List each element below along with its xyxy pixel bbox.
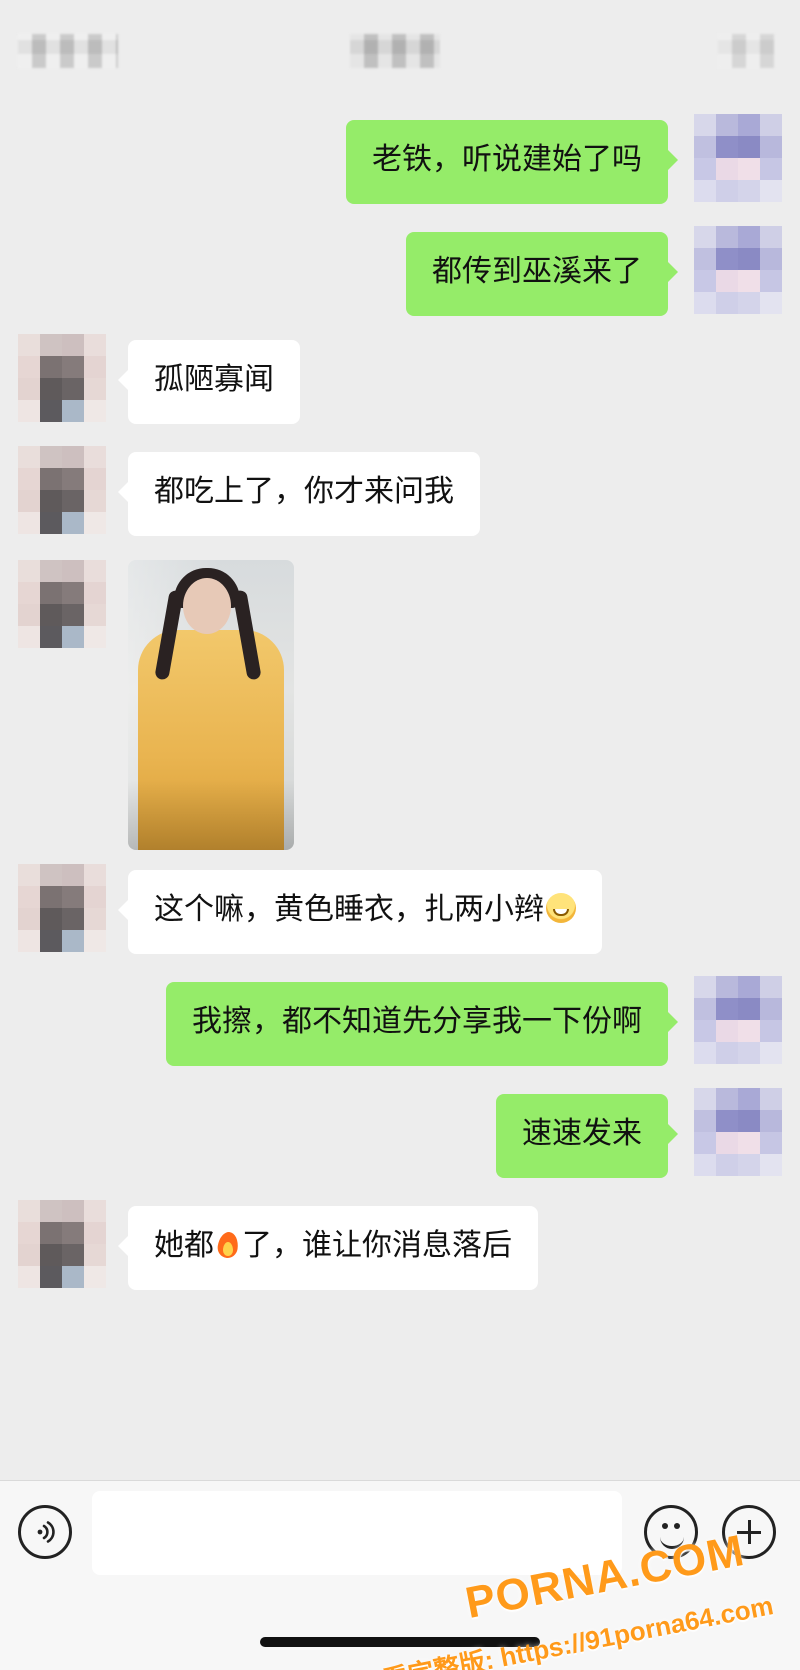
message-bubble[interactable]: 我擦，都不知道先分享我一下份啊 — [166, 982, 678, 1066]
back-button-blurred[interactable] — [18, 34, 118, 68]
message-text: 我擦，都不知道先分享我一下份啊 — [192, 1004, 642, 1039]
contact-avatar[interactable] — [18, 334, 106, 422]
fire-emoji-icon — [216, 1228, 240, 1260]
message-bubble[interactable]: 她都 了，谁让你消息落后 — [118, 1206, 538, 1290]
message-text: 她都 — [154, 1228, 214, 1263]
message-text: 老铁，听说建始了吗 — [372, 142, 642, 177]
self-avatar[interactable] — [694, 226, 782, 314]
message-bubble[interactable]: 老铁，听说建始了吗 — [346, 120, 678, 204]
message-text: 都吃上了，你才来问我 — [154, 474, 454, 509]
message-text: 了，谁让你消息落后 — [242, 1228, 512, 1263]
self-avatar[interactable] — [694, 1088, 782, 1176]
chat-screen: 老铁，听说建始了吗 都传到巫溪来了 孤陋寡闻 都吃上了，你才来问我 这个嘛，黄色… — [0, 0, 800, 1670]
contact-avatar[interactable] — [18, 864, 106, 952]
contact-avatar[interactable] — [18, 560, 106, 648]
message-text: 孤陋寡闻 — [154, 362, 274, 397]
voice-button[interactable] — [18, 1505, 72, 1559]
message-bubble[interactable]: 孤陋寡闻 — [118, 340, 300, 424]
message-text: 速速发来 — [522, 1116, 642, 1151]
contact-avatar[interactable] — [18, 1200, 106, 1288]
message-text: 都传到巫溪来了 — [432, 254, 642, 289]
self-avatar[interactable] — [694, 976, 782, 1064]
chat-title-blurred — [350, 34, 440, 68]
contact-avatar[interactable] — [18, 446, 106, 534]
message-bubble[interactable]: 都吃上了，你才来问我 — [118, 452, 480, 536]
message-bubble[interactable]: 这个嘛，黄色睡衣，扎两小辫 — [118, 870, 602, 954]
self-avatar[interactable] — [694, 114, 782, 202]
photo-message[interactable] — [128, 560, 294, 850]
photo-face — [183, 578, 231, 634]
more-options-blurred[interactable] — [718, 34, 774, 68]
message-bubble[interactable]: 都传到巫溪来了 — [406, 232, 678, 316]
voice-icon — [37, 1521, 55, 1543]
photo-shadow — [128, 780, 294, 850]
chat-header — [0, 0, 800, 100]
grinning-face-emoji-icon — [546, 892, 576, 923]
message-bubble[interactable]: 速速发来 — [496, 1094, 678, 1178]
message-text: 这个嘛，黄色睡衣，扎两小辫 — [154, 892, 544, 927]
